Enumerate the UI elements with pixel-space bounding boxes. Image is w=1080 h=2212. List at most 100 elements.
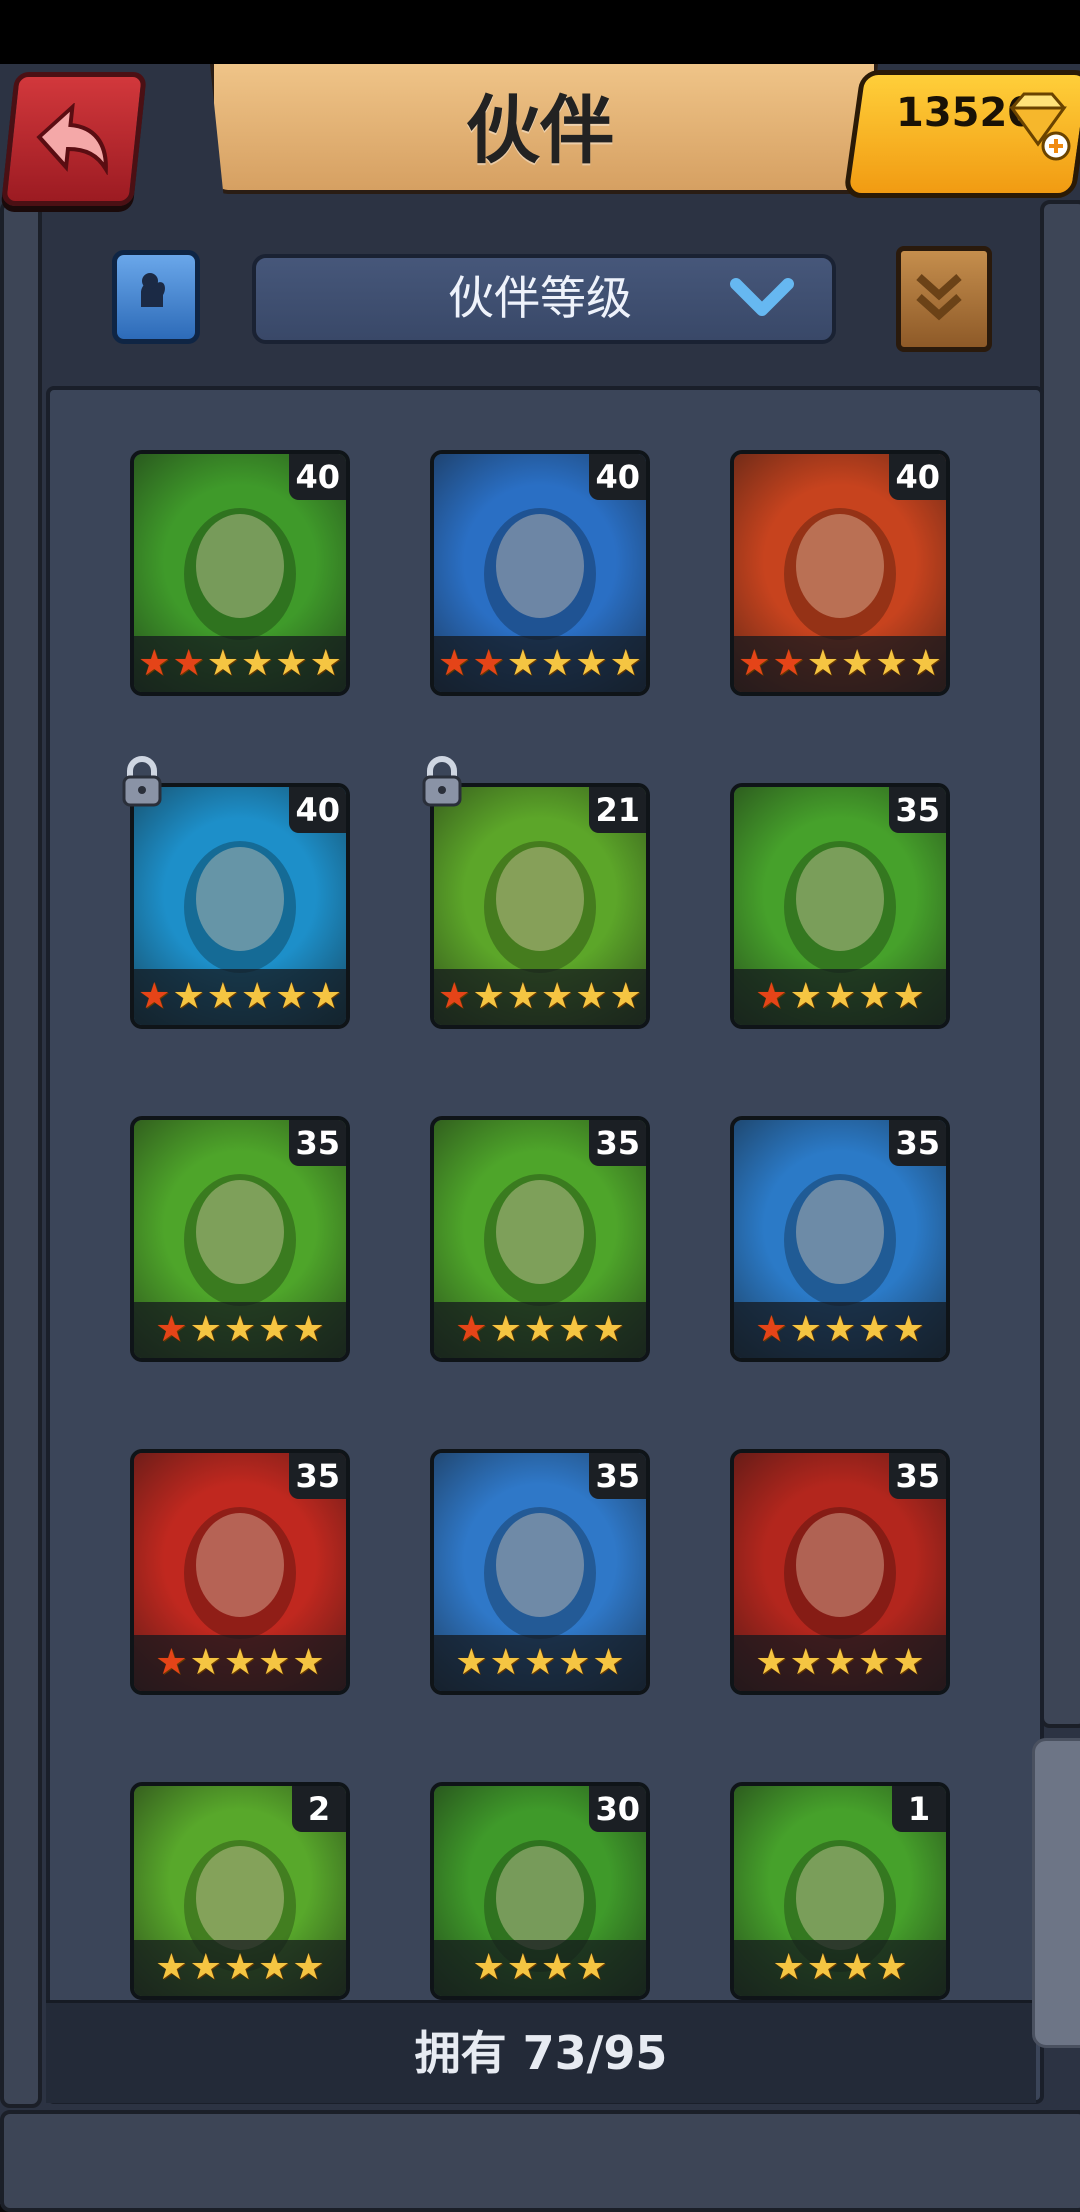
lock-icon [418,755,466,809]
partner-card[interactable]: 40 ★ ★ ★ ★ ★ ★ [730,450,950,696]
star-icon: ★ [489,1309,522,1350]
partner-level: 40 [289,454,346,500]
star-icon: ★ [523,1309,557,1350]
star-icon: ★ [875,643,908,684]
frame-rock-right [1040,200,1080,1728]
star-icon: ★ [789,1309,822,1350]
partner-card[interactable]: 40 ★ ★ ★ ★ ★ ★ [130,783,350,1029]
partner-stars: ★ ★ ★ ★ ★ [134,1940,346,1996]
star-icon: ★ [806,1947,839,1988]
partner-stars: ★ ★ ★ ★ ★ [434,1635,646,1691]
star-icon: ★ [575,976,608,1017]
partner-card[interactable]: 35 ★ ★ ★ ★ ★ [130,1116,350,1362]
partner-card[interactable]: 2 ★ ★ ★ ★ ★ [130,1782,350,2000]
partner-card[interactable]: 30 ★ ★ ★ ★ [430,1782,650,2000]
frame-rock-left [0,200,42,2108]
partner-card[interactable]: 35 ★ ★ ★ ★ ★ [730,1116,950,1362]
partner-card[interactable]: 35 ★ ★ ★ ★ ★ [430,1116,650,1362]
star-icon: ★ [155,1947,188,1988]
partner-card[interactable]: 40 ★ ★ ★ ★ ★ ★ [430,450,650,696]
star-icon: ★ [892,976,925,1017]
partner-stars: ★ ★ ★ ★ ★ [134,1302,346,1358]
star-icon: ★ [309,643,342,684]
star-icon: ★ [806,643,839,684]
star-icon: ★ [292,1309,325,1350]
star-icon: ★ [789,976,822,1017]
partner-level: 35 [589,1453,646,1499]
partner-stars: ★ ★ ★ ★ ★ ★ [134,969,346,1025]
star-icon: ★ [206,643,239,684]
partner-stars: ★ ★ ★ ★ ★ ★ [434,636,646,692]
star-icon: ★ [858,1309,891,1350]
star-icon: ★ [506,1947,539,1988]
partner-stars: ★ ★ ★ ★ ★ [434,1302,646,1358]
star-icon: ★ [189,1309,222,1350]
filter-button[interactable] [112,250,200,344]
star-icon: ★ [558,1309,591,1350]
star-icon: ★ [541,1947,574,1988]
partner-level: 35 [889,1453,946,1499]
partner-level: 1 [892,1786,946,1832]
star-icon: ★ [455,1309,488,1350]
partner-stars: ★ ★ ★ ★ [434,1940,646,1996]
star-icon: ★ [892,1309,925,1350]
star-icon: ★ [241,976,274,1017]
partner-level: 35 [289,1453,346,1499]
partner-stars: ★ ★ ★ ★ ★ [134,1635,346,1691]
partner-card[interactable]: 35 ★ ★ ★ ★ ★ [730,783,950,1029]
star-icon: ★ [841,643,874,684]
star-icon: ★ [258,1947,291,1988]
star-icon: ★ [292,1642,325,1683]
partner-card[interactable]: 21 ★ ★ ★ ★ ★ ★ [430,783,650,1029]
status-bar [0,0,1080,64]
star-icon: ★ [189,1947,222,1988]
star-icon: ★ [858,1642,891,1683]
chevron-down-icon [730,278,794,316]
star-icon: ★ [755,1642,788,1683]
partner-stars: ★ ★ ★ ★ ★ [734,1302,946,1358]
owned-count: 拥有 73/95 [414,2026,668,2080]
partner-level: 21 [589,787,646,833]
partner-card[interactable]: 35 ★ ★ ★ ★ ★ [130,1449,350,1695]
star-icon: ★ [738,643,771,684]
star-icon: ★ [172,976,205,1017]
partner-level: 35 [889,1120,946,1166]
lock-icon [118,755,166,809]
gem-plus-icon[interactable] [1004,90,1072,162]
star-icon: ★ [258,1309,291,1350]
back-arrow-icon [36,103,108,175]
star-icon: ★ [892,1642,925,1683]
partner-card[interactable]: 1 ★ ★ ★ ★ [730,1782,950,2000]
star-icon: ★ [438,643,471,684]
partner-level: 40 [589,454,646,500]
star-icon: ★ [155,1642,188,1683]
star-icon: ★ [258,1642,291,1683]
scroll-list-button[interactable] [896,246,992,352]
partner-stars: ★ ★ ★ ★ ★ ★ [734,636,946,692]
star-icon: ★ [789,1642,822,1683]
star-icon: ★ [275,643,308,684]
star-icon: ★ [292,1947,325,1988]
star-icon: ★ [875,1947,908,1988]
star-icon: ★ [541,976,574,1017]
partner-stars: ★ ★ ★ ★ ★ [734,1635,946,1691]
partner-card[interactable]: 35 ★ ★ ★ ★ ★ [730,1449,950,1695]
back-button[interactable] [0,72,148,206]
star-icon: ★ [472,643,505,684]
star-icon: ★ [823,1309,857,1350]
side-pull-tab[interactable] [1032,1738,1080,2048]
partner-level: 40 [889,454,946,500]
star-icon: ★ [755,976,788,1017]
star-icon: ★ [772,643,805,684]
partner-level: 35 [889,787,946,833]
star-icon: ★ [575,643,608,684]
partner-card[interactable]: 35 ★ ★ ★ ★ ★ [430,1449,650,1695]
star-icon: ★ [489,1642,522,1683]
chevron-double-down-icon [916,274,962,321]
star-icon: ★ [506,976,539,1017]
star-icon: ★ [541,643,574,684]
partner-card[interactable]: 40 ★ ★ ★ ★ ★ ★ [130,450,350,696]
partner-level: 2 [292,1786,346,1832]
star-icon: ★ [858,976,891,1017]
partner-stars: ★ ★ ★ ★ ★ ★ [134,636,346,692]
